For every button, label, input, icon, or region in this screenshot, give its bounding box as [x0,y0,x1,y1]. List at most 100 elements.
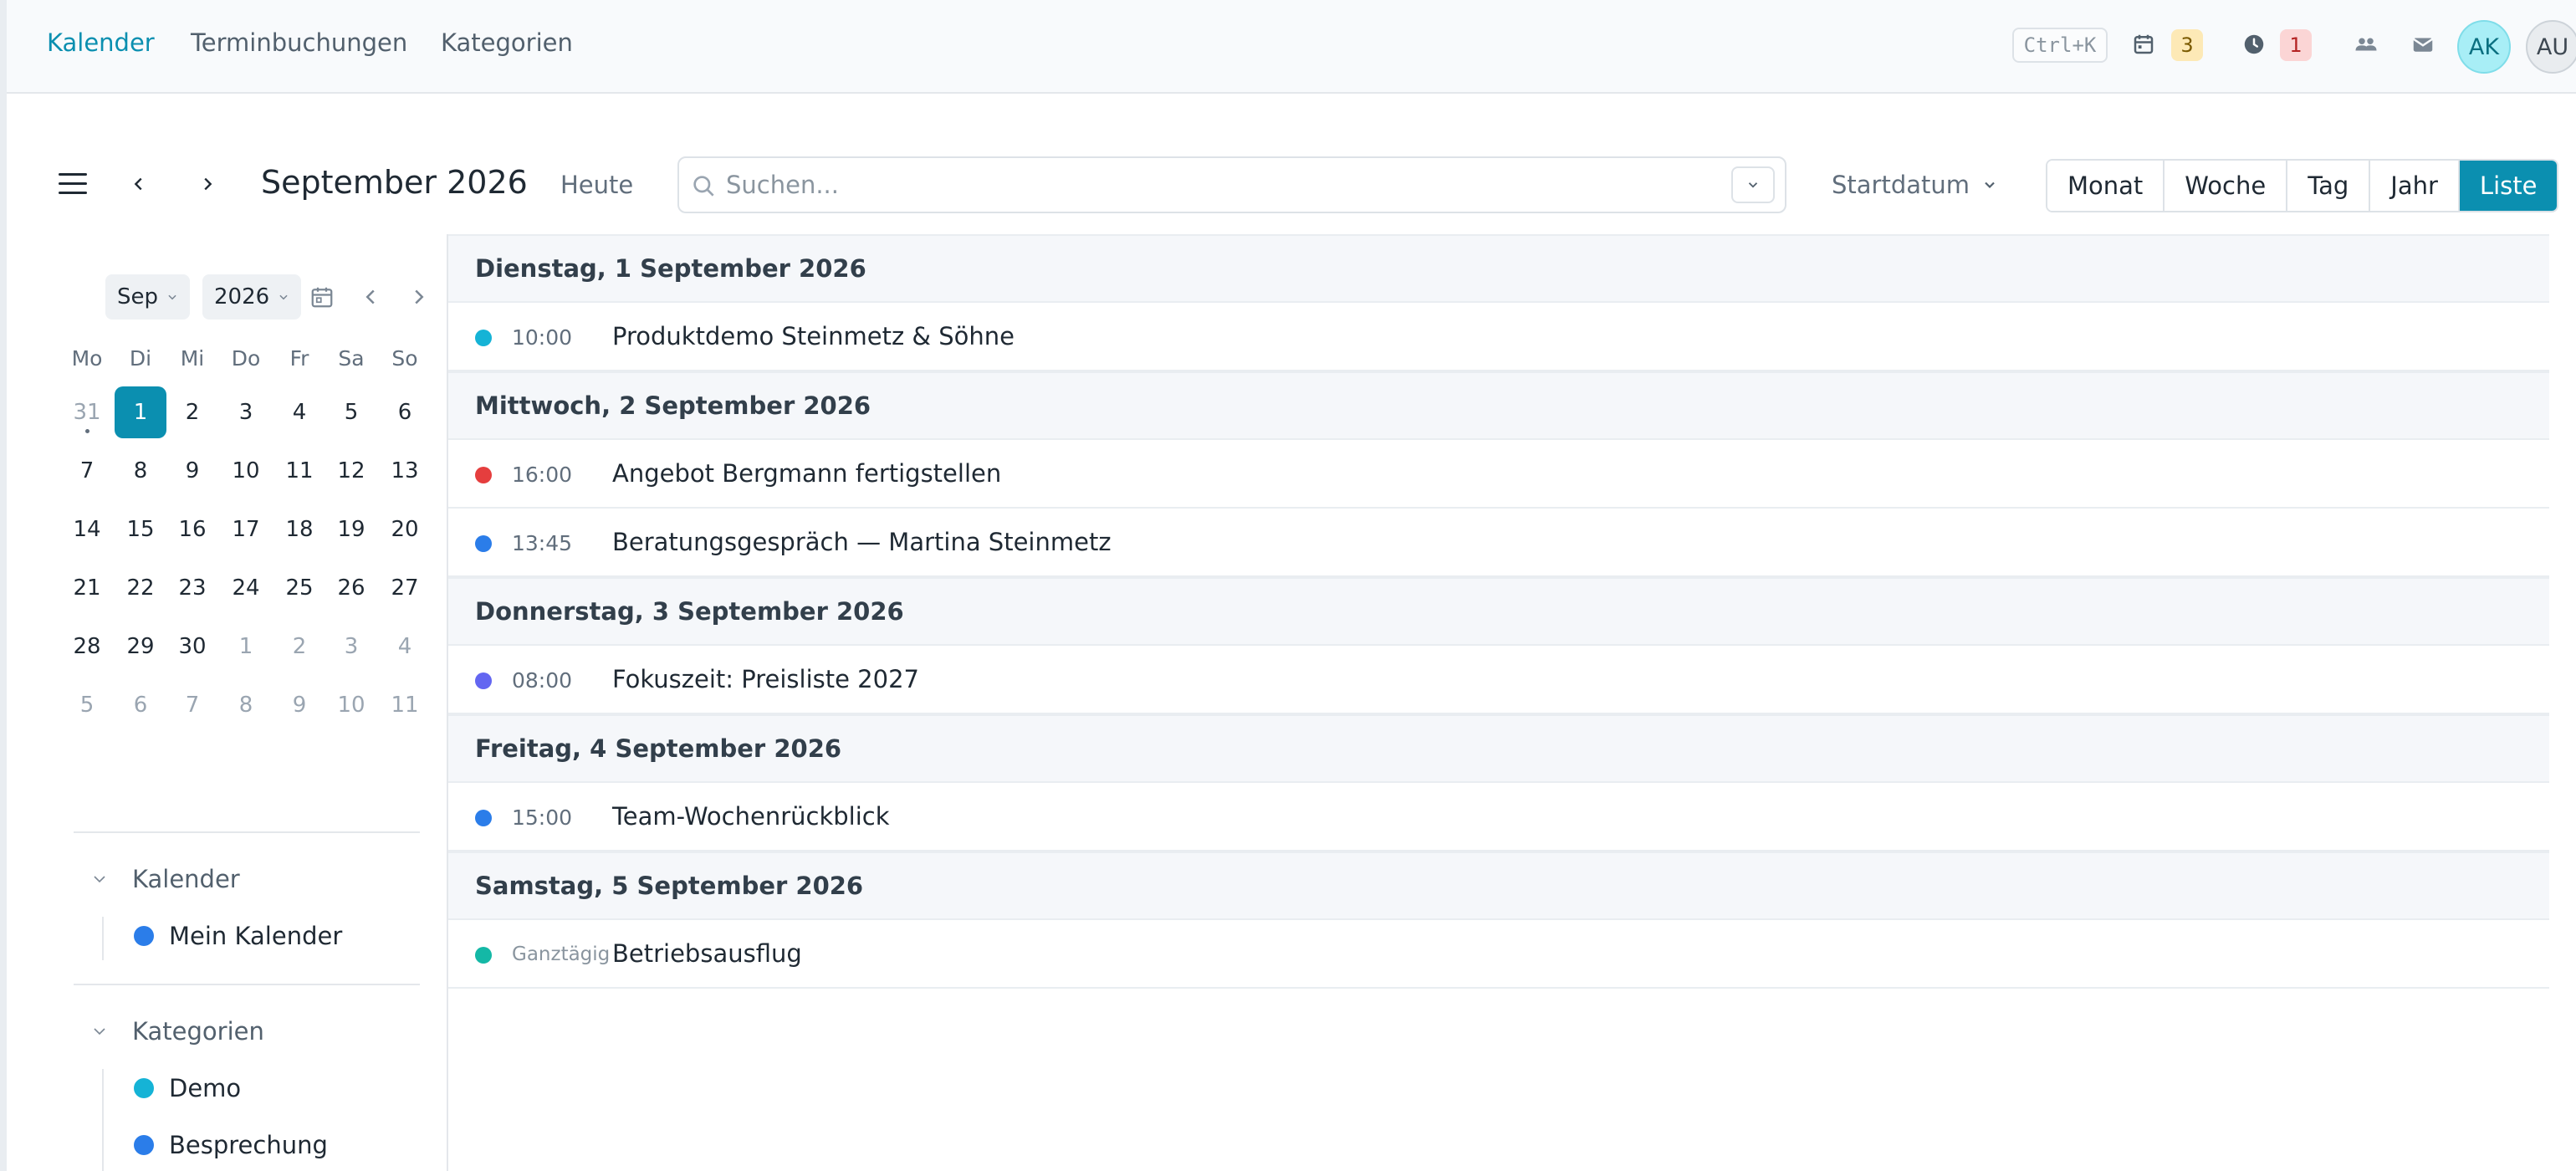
calendar-day[interactable]: 11 [379,679,431,731]
nav-link-kategorien[interactable]: Kategorien [441,28,573,57]
sidebar-toggle-button[interactable] [59,171,87,197]
calendar-day[interactable]: 31 [61,386,113,438]
clock-icon[interactable] [2241,32,2267,57]
nav-link-terminbuchungen[interactable]: Terminbuchungen [191,28,407,57]
weekday-label: So [391,346,418,371]
calendar-day[interactable]: 2 [166,386,218,438]
view-year-button[interactable]: Jahr [2370,161,2460,211]
nav-link-kalender[interactable]: Kalender [47,28,155,57]
calendar-day-number: 1 [238,634,253,659]
previous-month-button[interactable] [125,171,152,197]
calendar-day[interactable]: 21 [61,562,113,614]
mini-next-month-icon[interactable] [406,284,432,309]
chevron-down-icon [168,294,176,300]
page-title: September 2026 [261,164,528,201]
chevron-down-icon [94,1028,105,1035]
calendar-day[interactable]: 7 [166,679,218,731]
view-list-button[interactable]: Liste [2459,161,2558,211]
calendar-item-mein-kalender[interactable]: Mein Kalender [134,922,342,950]
list-item[interactable]: Ganztägig Betriebsausflug [448,920,2549,989]
calendar-day[interactable]: 24 [220,562,272,614]
chevron-down-icon [1985,182,1995,189]
category-item-label: Besprechung [169,1131,328,1159]
calendar-day[interactable]: 3 [220,386,272,438]
calendar-day[interactable]: 11 [273,445,325,497]
category-item-besprechung[interactable]: Besprechung [134,1131,328,1159]
calendar-today-icon[interactable] [309,284,335,309]
sort-select-label: Startdatum [1832,171,1970,199]
search-input[interactable] [726,166,1730,203]
mini-month-select[interactable]: Sep [105,274,191,320]
avatar[interactable]: AK [2457,20,2511,74]
calendar-day[interactable]: 26 [325,562,377,614]
calendar-day[interactable]: 7 [61,445,113,497]
calendar-day[interactable]: 28 [61,621,113,672]
command-palette-shortcut[interactable]: Ctrl+K [2012,28,2108,63]
view-week-button[interactable]: Woche [2165,161,2288,211]
calendar-day[interactable]: 22 [115,562,166,614]
calendar-day[interactable]: 3 [325,621,377,672]
calendar-day[interactable]: 16 [166,504,218,555]
calendar-day[interactable]: 29 [115,621,166,672]
calendar-day[interactable]: 13 [379,445,431,497]
calendar-day[interactable]: 23 [166,562,218,614]
event-time: 15:00 [512,805,573,830]
calendar-day[interactable]: 10 [325,679,377,731]
calendar-day[interactable]: 5 [325,386,377,438]
view-month-button[interactable]: Monat [2047,161,2165,211]
calendar-day[interactable]: 18 [273,504,325,555]
avatar-secondary[interactable]: AU [2526,20,2576,74]
list-item[interactable]: 13:45 Beratungsgespräch — Martina Steinme… [448,509,2549,577]
calendar-day[interactable]: 19 [325,504,377,555]
calendar-day[interactable]: 20 [379,504,431,555]
list-item[interactable]: 10:00 Produktdemo Steinmetz & Söhne [448,303,2549,371]
calendar-day[interactable]: 30 [166,621,218,672]
calendar-day[interactable]: 27 [379,562,431,614]
users-icon[interactable] [2354,32,2379,57]
view-day-button[interactable]: Tag [2287,161,2371,211]
sidebar-divider [74,984,420,985]
weekday-label: Do [231,346,261,371]
next-month-button[interactable] [194,171,221,197]
calendar-day[interactable]: 4 [379,621,431,672]
mail-icon[interactable] [2410,32,2435,57]
calendar-day[interactable]: 17 [220,504,272,555]
calendar-day-number: 31 [73,400,101,425]
calendar-day[interactable]: 6 [379,386,431,438]
mini-year-select[interactable]: 2026 [202,274,302,320]
search-filter-dropdown[interactable] [1731,166,1775,203]
calendar-day[interactable]: 14 [61,504,113,555]
calendar-day-number: 8 [133,458,148,483]
calendar-icon[interactable] [2131,32,2156,57]
calendar-day[interactable]: 5 [61,679,113,731]
calendars-heading: Kalender [132,865,240,893]
chevron-left-icon [134,177,142,191]
sort-select[interactable]: Startdatum [1832,171,1998,199]
calendar-day[interactable]: 10 [220,445,272,497]
calendar-day[interactable]: 25 [273,562,325,614]
calendar-day-number: 5 [79,693,95,718]
calendar-day-number: 4 [397,634,412,659]
calendar-day[interactable]: 9 [166,445,218,497]
calendars-section-toggle[interactable]: Kalender [92,865,240,893]
calendar-day[interactable]: 8 [220,679,272,731]
mini-prev-month-icon[interactable] [358,284,383,309]
calendar-day[interactable]: 9 [273,679,325,731]
calendar-day[interactable]: 2 [273,621,325,672]
calendar-day[interactable]: 1 [220,621,272,672]
categories-section-toggle[interactable]: Kategorien [92,1017,264,1046]
category-item-demo[interactable]: Demo [134,1074,241,1102]
calendar-day[interactable]: 4 [273,386,325,438]
list-item[interactable]: 16:00 Angebot Bergmann fertigstellen [448,440,2549,509]
calendar-day[interactable]: 15 [115,504,166,555]
calendar-day-number: 2 [292,634,307,659]
list-item[interactable]: 08:00 Fokuszeit: Preisliste 2027 [448,646,2549,714]
calendar-day[interactable]: 8 [115,445,166,497]
calendar-day[interactable]: 1 [115,386,166,438]
calendar-day[interactable]: 6 [115,679,166,731]
calendar-day-number: 8 [238,693,253,718]
calendar-day-number: 4 [292,400,307,425]
list-item[interactable]: 15:00 Team-Wochenrückblick [448,783,2549,851]
calendar-day[interactable]: 12 [325,445,377,497]
today-button[interactable]: Heute [560,171,633,199]
